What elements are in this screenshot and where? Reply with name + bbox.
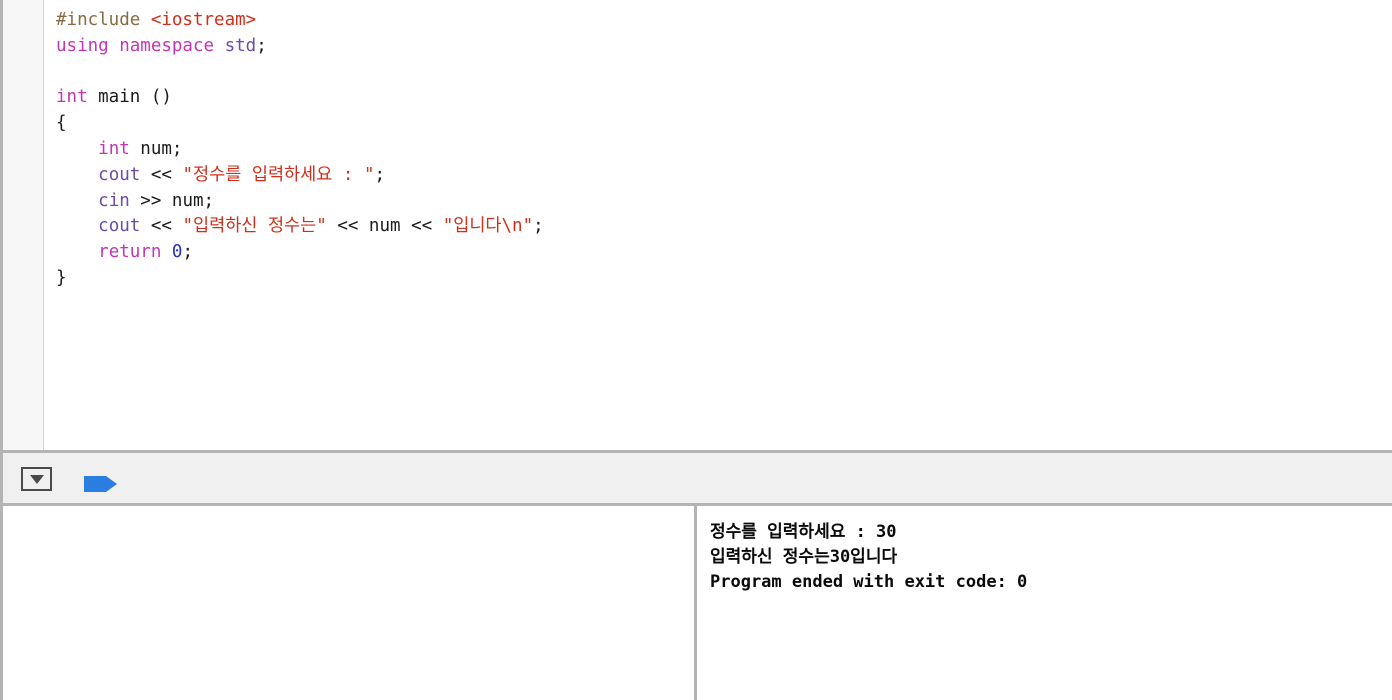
code-line: }	[56, 266, 1392, 292]
console-output-line: Program ended with exit code: 0	[710, 572, 1028, 592]
code-token: cin	[98, 190, 130, 211]
code-editor-pane[interactable]: #include <iostream> using namespace std; …	[0, 0, 1392, 450]
console-area: 정수를 입력하세요 : 30 입력하신 정수는30입니다 Program ended…	[0, 506, 1392, 700]
code-line: cin >> num;	[56, 189, 1392, 215]
code-token: int	[98, 138, 130, 159]
variables-view-pane[interactable]	[3, 506, 697, 700]
step-arrow-icon	[84, 476, 117, 492]
code-line: cout << "정수를 입력하세요 : ";	[56, 163, 1392, 189]
code-token: >> num;	[129, 190, 215, 211]
code-token: #include	[56, 10, 151, 30]
code-token: << num <<	[326, 216, 443, 237]
code-token: <<	[140, 164, 183, 185]
console-output-pane[interactable]: 정수를 입력하세요 : 30 입력하신 정수는30입니다 Program ended…	[700, 506, 1392, 700]
code-line: using namespace std;	[56, 34, 1392, 60]
chevron-down-icon-button[interactable]	[21, 467, 52, 491]
code-line: int main ()	[56, 85, 1392, 111]
code-line: #include <iostream>	[56, 8, 1392, 34]
step-arrow-icon-button[interactable]	[84, 473, 118, 499]
code-token: using namespace	[56, 35, 225, 56]
code-token: ;	[256, 35, 267, 56]
chevron-down-icon	[29, 474, 44, 484]
editor-code-area[interactable]: #include <iostream> using namespace std; …	[45, 0, 1392, 450]
code-token: int	[56, 87, 88, 108]
code-line: int num;	[56, 137, 1392, 163]
code-token: ;	[182, 242, 194, 263]
code-token: <iostream>	[150, 10, 257, 30]
console-output-line: 정수를 입력하세요 : 30	[710, 522, 897, 542]
debug-toolbar	[0, 450, 1392, 506]
code-token: std	[224, 35, 257, 56]
code-token: "입니다\n"	[442, 216, 534, 237]
code-token: ;	[374, 164, 386, 185]
code-token: 0	[171, 242, 183, 263]
code-token: cout	[98, 164, 141, 185]
code-token: }	[56, 267, 67, 288]
code-token: ;	[533, 216, 544, 237]
code-token: main ()	[87, 87, 172, 108]
code-token: "정수를 입력하세요 : "	[182, 164, 375, 185]
code-token: <<	[140, 216, 183, 237]
code-token: "입력하신 정수는"	[182, 216, 327, 237]
code-token: cout	[98, 216, 141, 237]
code-line: return 0;	[56, 240, 1392, 266]
console-output-line: 입력하신 정수는30입니다	[710, 547, 898, 567]
code-token: num;	[129, 138, 183, 159]
code-line: {	[56, 111, 1392, 137]
code-line: cout << "입력하신 정수는" << num << "입니다\n";	[56, 214, 1392, 240]
code-token: {	[56, 113, 67, 134]
code-token: return	[98, 242, 162, 263]
toolbar-left-rail	[0, 453, 3, 503]
editor-gutter[interactable]	[3, 0, 44, 450]
